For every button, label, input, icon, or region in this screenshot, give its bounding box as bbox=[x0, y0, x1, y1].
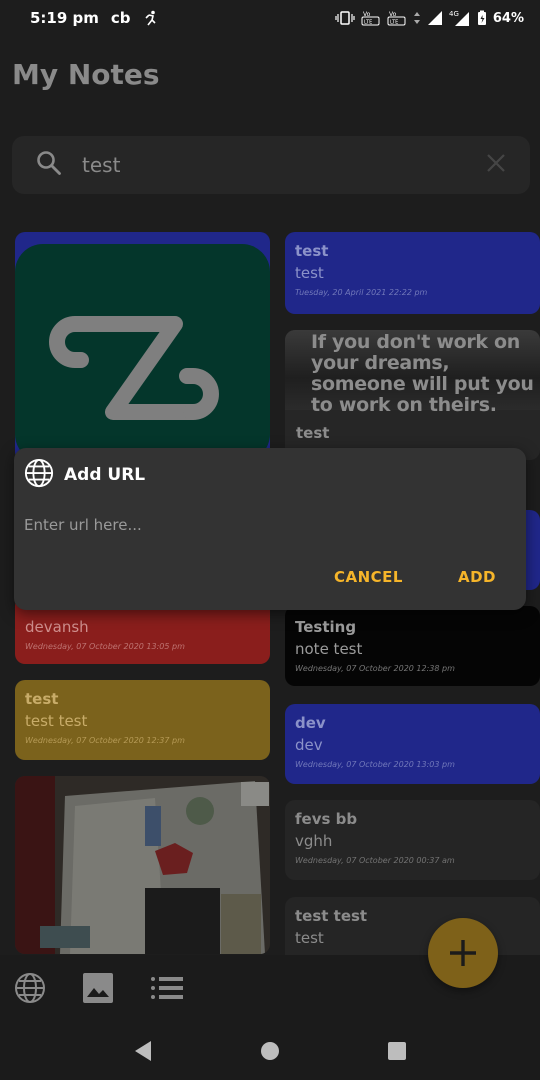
data-arrows-icon bbox=[413, 11, 421, 25]
globe-icon bbox=[24, 458, 54, 492]
note-card-image-logo[interactable] bbox=[15, 232, 270, 462]
search-icon bbox=[36, 150, 62, 180]
note-title: test bbox=[296, 424, 330, 442]
clear-search-icon[interactable] bbox=[486, 150, 506, 180]
list-icon[interactable] bbox=[150, 975, 184, 1005]
note-date: Tuesday, 20 April 2021 22:22 pm bbox=[295, 288, 428, 297]
battery-level: 64% bbox=[492, 10, 524, 26]
svg-text:4G: 4G bbox=[449, 10, 459, 18]
volte2-icon: Vo LTE bbox=[387, 10, 407, 26]
svg-text:LTE: LTE bbox=[390, 20, 398, 26]
quote-text: If you don't work on your dreams, someon… bbox=[311, 331, 534, 416]
url-input[interactable] bbox=[24, 512, 504, 538]
note-card[interactable]: test test Tuesday, 20 April 2021 22:22 p… bbox=[285, 232, 540, 314]
note-title: devansh bbox=[25, 618, 89, 636]
note-title: test bbox=[295, 242, 329, 260]
carrier-badge: cb bbox=[110, 9, 131, 27]
note-date: Wednesday, 07 October 2020 13:05 pm bbox=[25, 642, 185, 651]
note-card-image-quote[interactable]: If you don't work on your dreams, someon… bbox=[285, 330, 540, 460]
note-subtitle: vghh bbox=[295, 832, 333, 850]
add-url-dialog: Add URL CANCEL ADD bbox=[14, 448, 526, 610]
note-card[interactable]: fevs bb vghh Wednesday, 07 October 2020 … bbox=[285, 800, 540, 880]
note-subtitle: dev bbox=[295, 736, 323, 754]
vibrate-icon bbox=[335, 11, 355, 25]
search-input[interactable]: test bbox=[82, 153, 486, 177]
note-card[interactable]: test test test bbox=[285, 897, 540, 955]
search-bar[interactable]: test bbox=[12, 136, 530, 194]
home-icon[interactable] bbox=[260, 1041, 280, 1065]
logo-image bbox=[15, 244, 270, 462]
svg-text:LTE: LTE bbox=[364, 20, 372, 26]
svg-text:Vo: Vo bbox=[363, 11, 371, 18]
activity-icon bbox=[143, 10, 159, 26]
plus-icon bbox=[450, 940, 476, 966]
note-card[interactable]: dev dev Wednesday, 07 October 2020 13:03… bbox=[285, 704, 540, 784]
note-date: Wednesday, 07 October 2020 12:38 pm bbox=[295, 664, 455, 673]
dialog-title: Add URL bbox=[64, 465, 146, 485]
note-date: Wednesday, 07 October 2020 00:37 am bbox=[295, 856, 455, 865]
back-icon[interactable] bbox=[133, 1040, 153, 1066]
photo-image bbox=[15, 776, 270, 954]
note-subtitle: test bbox=[295, 264, 324, 282]
cancel-button[interactable]: CANCEL bbox=[334, 568, 403, 586]
signal1-icon bbox=[427, 10, 443, 26]
status-bar: 5:19 pm cb Vo LTE Vo LTE 4G 64% bbox=[0, 0, 540, 36]
signal2-icon: 4G bbox=[449, 9, 471, 27]
note-date: Wednesday, 07 October 2020 12:37 pm bbox=[25, 736, 185, 745]
volte1-icon: Vo LTE bbox=[361, 10, 381, 26]
system-nav-bar bbox=[0, 1025, 540, 1080]
note-card[interactable]: Testing note test Wednesday, 07 October … bbox=[285, 606, 540, 686]
svg-text:Vo: Vo bbox=[389, 11, 397, 18]
recents-icon[interactable] bbox=[387, 1041, 407, 1065]
dialog-header: Add URL bbox=[24, 458, 145, 492]
note-subtitle: note test bbox=[295, 640, 363, 658]
status-time: 5:19 pm bbox=[30, 9, 99, 27]
globe-icon[interactable] bbox=[14, 972, 46, 1008]
note-title: test bbox=[25, 690, 59, 708]
note-title: fevs bb bbox=[295, 810, 358, 828]
page-title: My Notes bbox=[12, 58, 160, 91]
add-button[interactable]: ADD bbox=[458, 568, 496, 586]
note-subtitle: test test bbox=[25, 712, 88, 730]
note-card-image-photo[interactable] bbox=[15, 776, 270, 954]
note-date: Wednesday, 07 October 2020 13:03 pm bbox=[295, 760, 455, 769]
battery-icon bbox=[477, 10, 487, 26]
image-icon[interactable] bbox=[82, 972, 114, 1008]
note-title: Testing bbox=[295, 618, 357, 636]
note-card[interactable]: test test test Wednesday, 07 October 202… bbox=[15, 680, 270, 760]
note-title: dev bbox=[295, 714, 326, 732]
note-title: test test bbox=[295, 907, 368, 925]
add-note-button[interactable] bbox=[428, 918, 498, 988]
